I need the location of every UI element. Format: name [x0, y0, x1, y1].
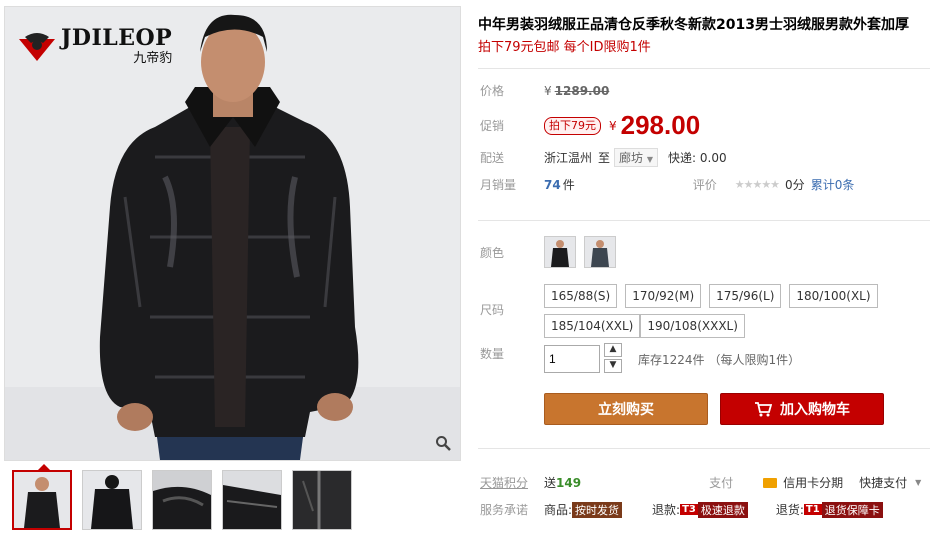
- quantity-stepper: ▲ ▼: [604, 343, 622, 375]
- decrease-icon[interactable]: ▼: [604, 359, 622, 373]
- price-row: 价格 ¥ 1289.00: [480, 82, 609, 99]
- quantity-label: 数量: [480, 347, 505, 361]
- product-info: 中年男装羽绒服正品清仓反季秋冬新款2013男士羽绒服男款外套加厚 拍下79元包邮…: [478, 14, 930, 59]
- color-label: 颜色: [480, 245, 505, 260]
- price-yen: ¥: [544, 83, 552, 98]
- size-option[interactable]: 165/88(S): [544, 284, 618, 308]
- service-return-label: 退货:: [775, 503, 804, 517]
- shipping-label: 配送: [480, 151, 505, 165]
- size-row: 尺码 165/88(S) 170/92(M) 175/96(L) 180/100…: [480, 284, 930, 338]
- sales-row: 月销量 74 件 评价 ★★★★★ 0分 累计0条: [480, 176, 854, 193]
- pay-label: 支付: [709, 476, 734, 490]
- shipping-row: 配送 浙江温州 至 廊坊 ▼ 快递: 0.00: [480, 148, 727, 167]
- divider: [478, 220, 930, 221]
- service-refund-badge[interactable]: 极速退款: [697, 501, 748, 518]
- service-label: 服务承诺: [480, 503, 529, 517]
- sales-label: 月销量: [480, 178, 517, 192]
- service-return-badge[interactable]: 退货保障卡: [821, 501, 883, 518]
- promo-tag: 拍下79元: [544, 116, 601, 135]
- destination-value: 廊坊: [619, 151, 644, 165]
- product-title: 中年男装羽绒服正品清仓反季秋冬新款2013男士羽绒服男款外套加厚: [478, 17, 909, 33]
- ship-from: 浙江温州: [544, 151, 593, 165]
- size-option[interactable]: 185/104(XXL): [544, 314, 641, 338]
- fast-pay-link[interactable]: 快捷支付: [859, 474, 907, 491]
- rating-stars: ★★★★★: [734, 178, 780, 191]
- quantity-row: 数量 ▲ ▼ 库存1224件 （每人限购1件）: [480, 343, 800, 375]
- destination-select[interactable]: 廊坊 ▼: [614, 148, 659, 167]
- increase-icon[interactable]: ▲: [604, 343, 622, 357]
- color-swatch-darkgray[interactable]: [584, 236, 616, 268]
- cart-icon: [755, 402, 772, 417]
- thumbnail-5[interactable]: [292, 470, 352, 530]
- add-to-cart-button[interactable]: 加入购物车: [720, 393, 884, 425]
- credit-card-icon: [763, 477, 778, 488]
- shipping-fee: 快递: 0.00: [668, 151, 727, 165]
- refund-tier-badge: T3: [680, 504, 698, 515]
- add-to-cart-label: 加入购物车: [780, 402, 850, 418]
- promo-yen: ¥: [609, 118, 617, 133]
- sales-count: 74: [544, 177, 561, 192]
- chevron-down-icon[interactable]: ▼: [915, 478, 921, 487]
- chevron-down-icon: ▼: [646, 155, 654, 164]
- size-option[interactable]: 180/100(XL): [789, 284, 878, 308]
- points-value: 149: [556, 475, 582, 490]
- credit-installment-link[interactable]: 信用卡分期: [783, 474, 843, 491]
- size-option[interactable]: 175/96(L): [709, 284, 782, 308]
- zoom-icon[interactable]: [432, 432, 454, 454]
- promo-label: 促销: [480, 119, 505, 133]
- stock-count: 库存1224件: [638, 352, 705, 367]
- thumbnail-strip: [12, 464, 352, 530]
- size-label: 尺码: [480, 302, 505, 317]
- review-total-link[interactable]: 累计0条: [811, 176, 855, 193]
- divider: [478, 68, 930, 69]
- promo-price: 298.00: [620, 110, 701, 140]
- review-label: 评价: [692, 178, 717, 192]
- color-swatch-black[interactable]: [544, 236, 576, 268]
- promo-row: 促销 拍下79元 ¥ 298.00: [480, 110, 700, 141]
- points-label[interactable]: 天猫积分: [480, 474, 544, 491]
- size-option[interactable]: 170/92(M): [625, 284, 702, 308]
- size-option[interactable]: 190/108(XXXL): [640, 314, 745, 338]
- thumbnail-1[interactable]: [12, 464, 72, 530]
- service-goods-label: 商品:: [544, 503, 573, 517]
- buy-now-button[interactable]: 立刻购买: [544, 393, 708, 425]
- service-row: 服务承诺 商品: 按时发货 退款: T3 极速退款 退货: T1 退货保障卡: [480, 501, 883, 518]
- return-tier-badge: T1: [803, 504, 822, 515]
- color-row: 颜色: [480, 236, 624, 268]
- quantity-input[interactable]: [544, 345, 600, 373]
- points-send: 送: [544, 476, 557, 490]
- brand-name: JDILEOP: [61, 25, 173, 51]
- points-row: 天猫积分 送 149 支付 信用卡分期 快捷支付 ▼: [480, 474, 921, 491]
- sales-unit: 件: [562, 178, 575, 192]
- buy-now-label: 立刻购买: [598, 402, 654, 418]
- divider: [478, 448, 930, 449]
- price-label: 价格: [480, 84, 505, 98]
- product-gallery: JDILEOP 九帝豹: [4, 6, 461, 461]
- original-price: 1289.00: [554, 83, 610, 98]
- thumbnail-3[interactable]: [152, 470, 212, 530]
- ship-to-word: 至: [598, 151, 611, 165]
- brand-logo: JDILEOP 九帝豹: [17, 27, 172, 66]
- review-score: 0分: [785, 178, 805, 192]
- product-subtitle: 拍下79元包邮 每个ID限购1件: [478, 40, 651, 55]
- product-main-image[interactable]: [5, 7, 460, 460]
- purchase-limit: （每人限购1件）: [708, 352, 801, 367]
- thumbnail-2[interactable]: [82, 470, 142, 530]
- service-goods-badge[interactable]: 按时发货: [572, 501, 623, 518]
- brand-emblem-icon: [19, 32, 55, 61]
- thumbnail-4[interactable]: [222, 470, 282, 530]
- service-refund-label: 退款:: [652, 503, 681, 517]
